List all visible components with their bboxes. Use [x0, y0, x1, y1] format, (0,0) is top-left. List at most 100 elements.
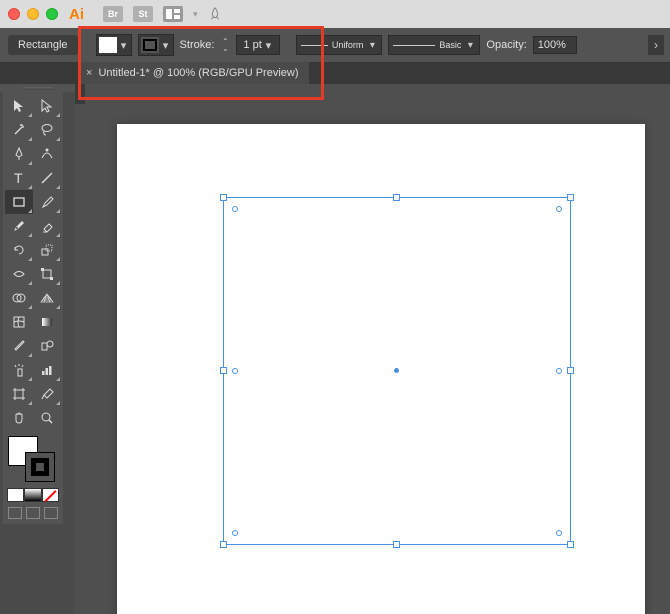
chevron-down-icon[interactable]: ▾ [263, 38, 273, 52]
handle-middle-right[interactable] [567, 367, 574, 374]
chevron-down-icon[interactable]: ▾ [161, 38, 171, 52]
tool-symbol-sprayer[interactable] [5, 358, 33, 382]
selected-rectangle[interactable] [223, 197, 571, 545]
stepper-down-icon[interactable]: ⌄ [220, 45, 230, 52]
close-tab-icon[interactable]: × [86, 67, 92, 79]
chevron-down-icon[interactable]: ▾ [367, 38, 377, 52]
active-tool-label: Rectangle [8, 35, 78, 55]
stock-icon[interactable]: St [133, 6, 153, 22]
opacity-field[interactable]: 100% [533, 36, 577, 54]
tools-panel-container: T [0, 84, 75, 614]
stroke-color-icon [141, 37, 159, 53]
variable-width-profile[interactable]: Uniform ▾ [296, 35, 382, 55]
tool-pen[interactable] [5, 142, 33, 166]
app-logo: Ai [69, 6, 84, 23]
corner-widget-br[interactable] [556, 530, 562, 536]
corner-widget-ml[interactable] [232, 368, 238, 374]
tool-selection[interactable] [5, 94, 33, 118]
profile-label: Uniform [332, 40, 364, 50]
handle-top-left[interactable] [220, 194, 227, 201]
stroke-weight-field[interactable]: 1 pt ▾ [236, 35, 280, 55]
corner-widget-tr[interactable] [556, 206, 562, 212]
close-window-button[interactable] [8, 8, 20, 20]
chevron-down-icon[interactable]: ▾ [119, 38, 129, 52]
control-bar-more-icon[interactable]: › [648, 35, 664, 55]
tool-free-transform[interactable] [33, 262, 61, 286]
fill-color-icon [99, 37, 117, 53]
chevron-down-icon[interactable]: ▾ [465, 38, 475, 52]
tool-width[interactable] [5, 262, 33, 286]
corner-widget-mr[interactable] [556, 368, 562, 374]
handle-bottom-left[interactable] [220, 541, 227, 548]
opacity-label: Opacity: [486, 39, 526, 51]
stroke-proxy[interactable] [25, 452, 55, 482]
draw-mode-row [5, 504, 61, 522]
canvas-area[interactable] [75, 84, 670, 614]
tool-shaper[interactable] [5, 214, 33, 238]
maximize-window-button[interactable] [46, 8, 58, 20]
document-tab-strip: × Untitled-1* @ 100% (RGB/GPU Preview) [0, 62, 670, 84]
gpu-rocket-icon[interactable] [208, 7, 222, 21]
color-mode-row [5, 486, 61, 504]
tool-slice[interactable] [33, 382, 61, 406]
handle-bottom-right[interactable] [567, 541, 574, 548]
profile-line-icon [301, 45, 327, 46]
tool-eraser[interactable] [33, 214, 61, 238]
tool-lasso[interactable] [33, 118, 61, 142]
brush-line-icon [393, 45, 435, 46]
collapsed-dock-tab[interactable] [75, 84, 85, 104]
stroke-swatch[interactable]: ▾ [138, 34, 174, 56]
handle-middle-left[interactable] [220, 367, 227, 374]
handle-bottom-middle[interactable] [393, 541, 400, 548]
draw-normal[interactable] [8, 507, 22, 519]
tool-line-segment[interactable] [33, 166, 61, 190]
tool-rotate[interactable] [5, 238, 33, 262]
tool-eyedropper[interactable] [5, 334, 33, 358]
bridge-icon[interactable]: Br [103, 6, 123, 22]
control-bar: Rectangle ▾ ▾ Stroke: ⌃ ⌄ 1 pt ▾ Uniform… [0, 28, 670, 62]
draw-inside[interactable] [44, 507, 58, 519]
fill-swatch[interactable]: ▾ [96, 34, 132, 56]
title-bar: Ai Br St ▾ [0, 0, 670, 28]
document-tab[interactable]: × Untitled-1* @ 100% (RGB/GPU Preview) [80, 62, 309, 84]
stroke-label: Stroke: [180, 39, 215, 51]
main-area: T [0, 84, 670, 614]
corner-widget-tl[interactable] [232, 206, 238, 212]
tool-scale[interactable] [33, 238, 61, 262]
minimize-window-button[interactable] [27, 8, 39, 20]
tool-shape-builder[interactable] [5, 286, 33, 310]
tool-hand[interactable] [5, 406, 33, 430]
tool-artboard[interactable] [5, 382, 33, 406]
handle-top-middle[interactable] [393, 194, 400, 201]
color-mode-solid[interactable] [7, 488, 24, 502]
color-mode-gradient[interactable] [24, 488, 41, 502]
tool-rectangle[interactable] [5, 190, 33, 214]
handle-top-right[interactable] [567, 194, 574, 201]
tools-panel-grip[interactable] [0, 84, 75, 92]
tool-gradient[interactable] [33, 310, 61, 334]
brush-definition[interactable]: Basic ▾ [388, 35, 480, 55]
draw-behind[interactable] [26, 507, 40, 519]
stroke-weight-stepper[interactable]: ⌃ ⌄ [220, 38, 230, 52]
opacity-value: 100% [538, 39, 566, 51]
tool-zoom[interactable] [33, 406, 61, 430]
corner-widget-bl[interactable] [232, 530, 238, 536]
tool-column-graph[interactable] [33, 358, 61, 382]
tool-mesh[interactable] [5, 310, 33, 334]
artboard[interactable] [117, 124, 645, 614]
app-menu-group: Br St ▾ [103, 6, 222, 22]
arrange-documents-icon[interactable] [163, 6, 183, 22]
color-mode-none[interactable] [42, 488, 59, 502]
tool-paintbrush[interactable] [33, 190, 61, 214]
tool-perspective-grid[interactable] [33, 286, 61, 310]
tool-curvature[interactable] [33, 142, 61, 166]
svg-text:T: T [14, 170, 23, 186]
tool-direct-selection[interactable] [33, 94, 61, 118]
document-tab-label: Untitled-1* @ 100% (RGB/GPU Preview) [98, 67, 298, 79]
tool-blend[interactable] [33, 334, 61, 358]
stroke-weight-value: 1 pt [243, 39, 261, 51]
brush-label: Basic [439, 40, 461, 50]
tool-type[interactable]: T [5, 166, 33, 190]
fill-stroke-widget[interactable] [5, 434, 61, 482]
tool-magic-wand[interactable] [5, 118, 33, 142]
